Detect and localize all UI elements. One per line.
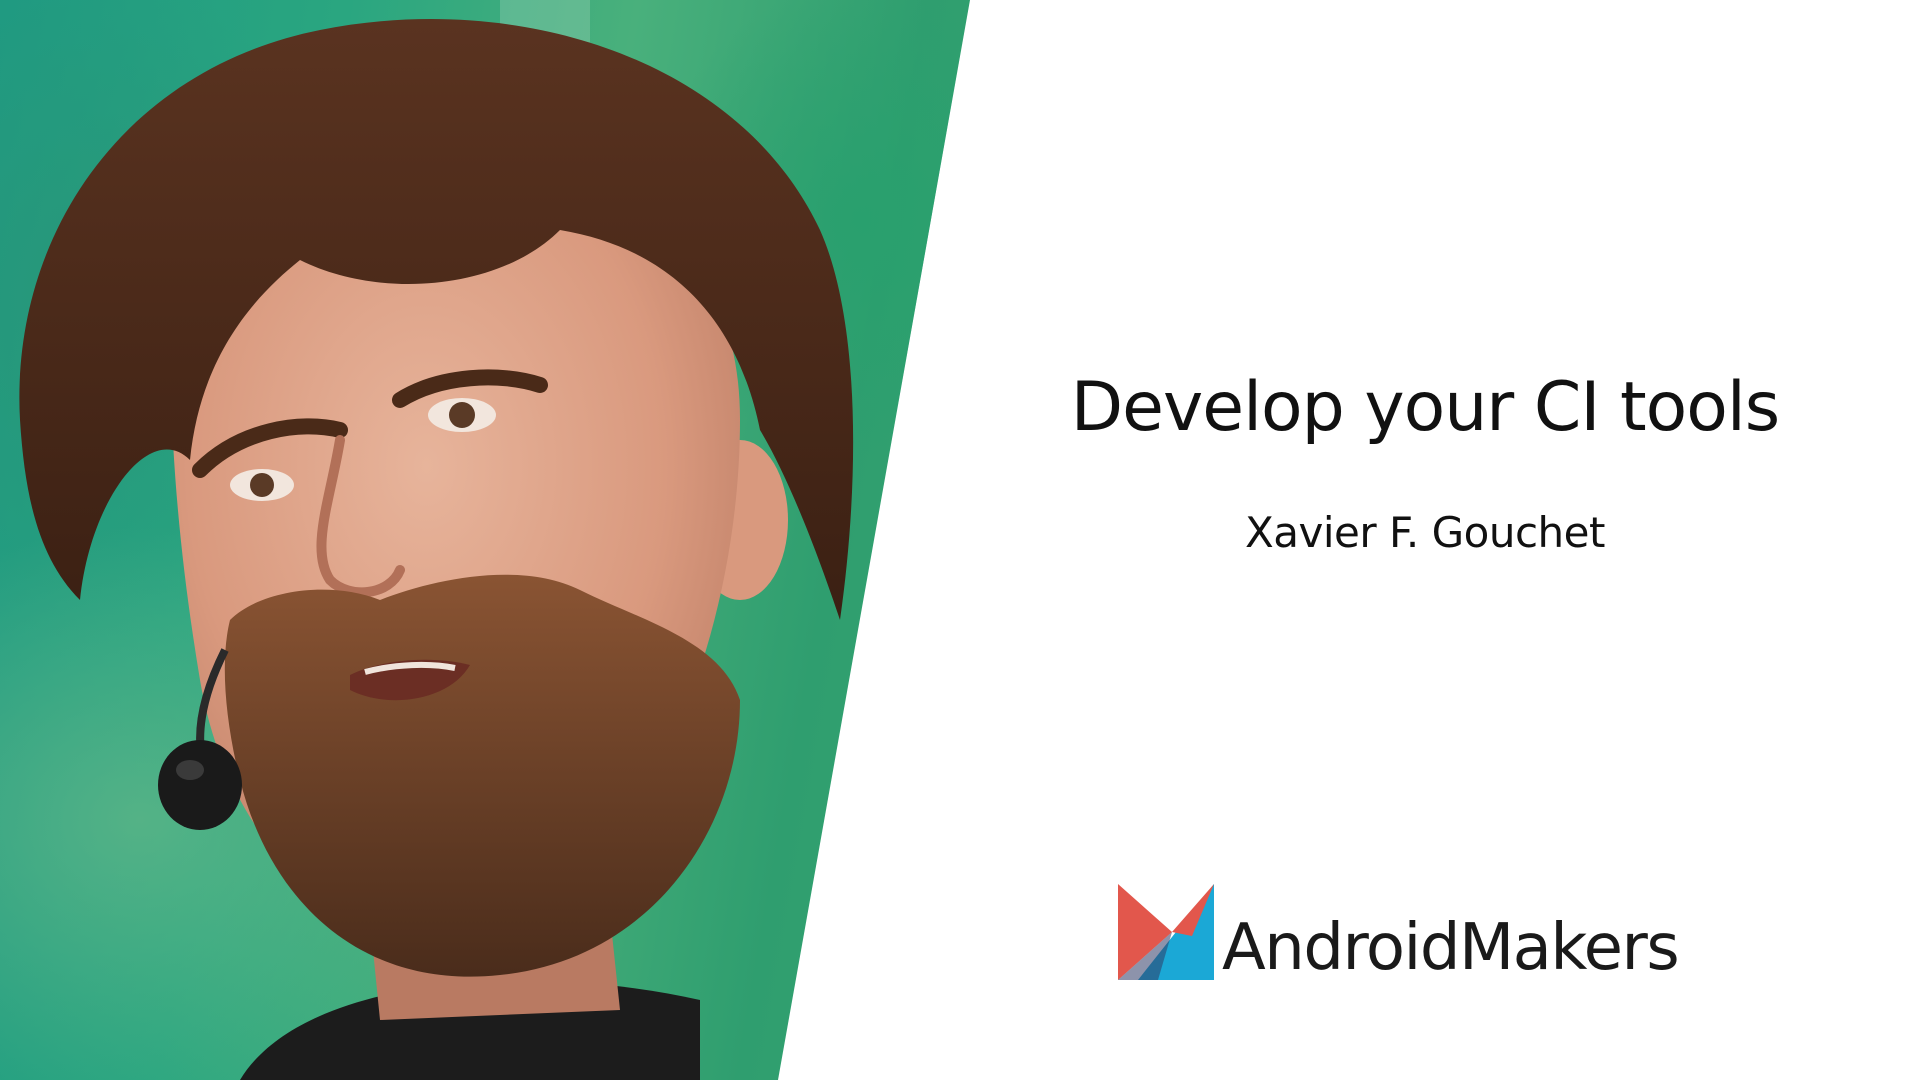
slide-title: Develop your CI tools bbox=[1070, 368, 1780, 447]
brand-name: AndroidMakers bbox=[1222, 911, 1680, 985]
speaker-name: Xavier F. Gouchet bbox=[1245, 508, 1605, 557]
title-slide: Develop your CI tools Xavier F. Gouchet … bbox=[0, 0, 1920, 1080]
speaker-photo-illustration bbox=[19, 0, 854, 1080]
speaker-photo bbox=[0, 0, 970, 1080]
android-makers-logo-icon bbox=[1118, 884, 1214, 980]
brand-lockup: AndroidMakers bbox=[1118, 880, 1680, 985]
